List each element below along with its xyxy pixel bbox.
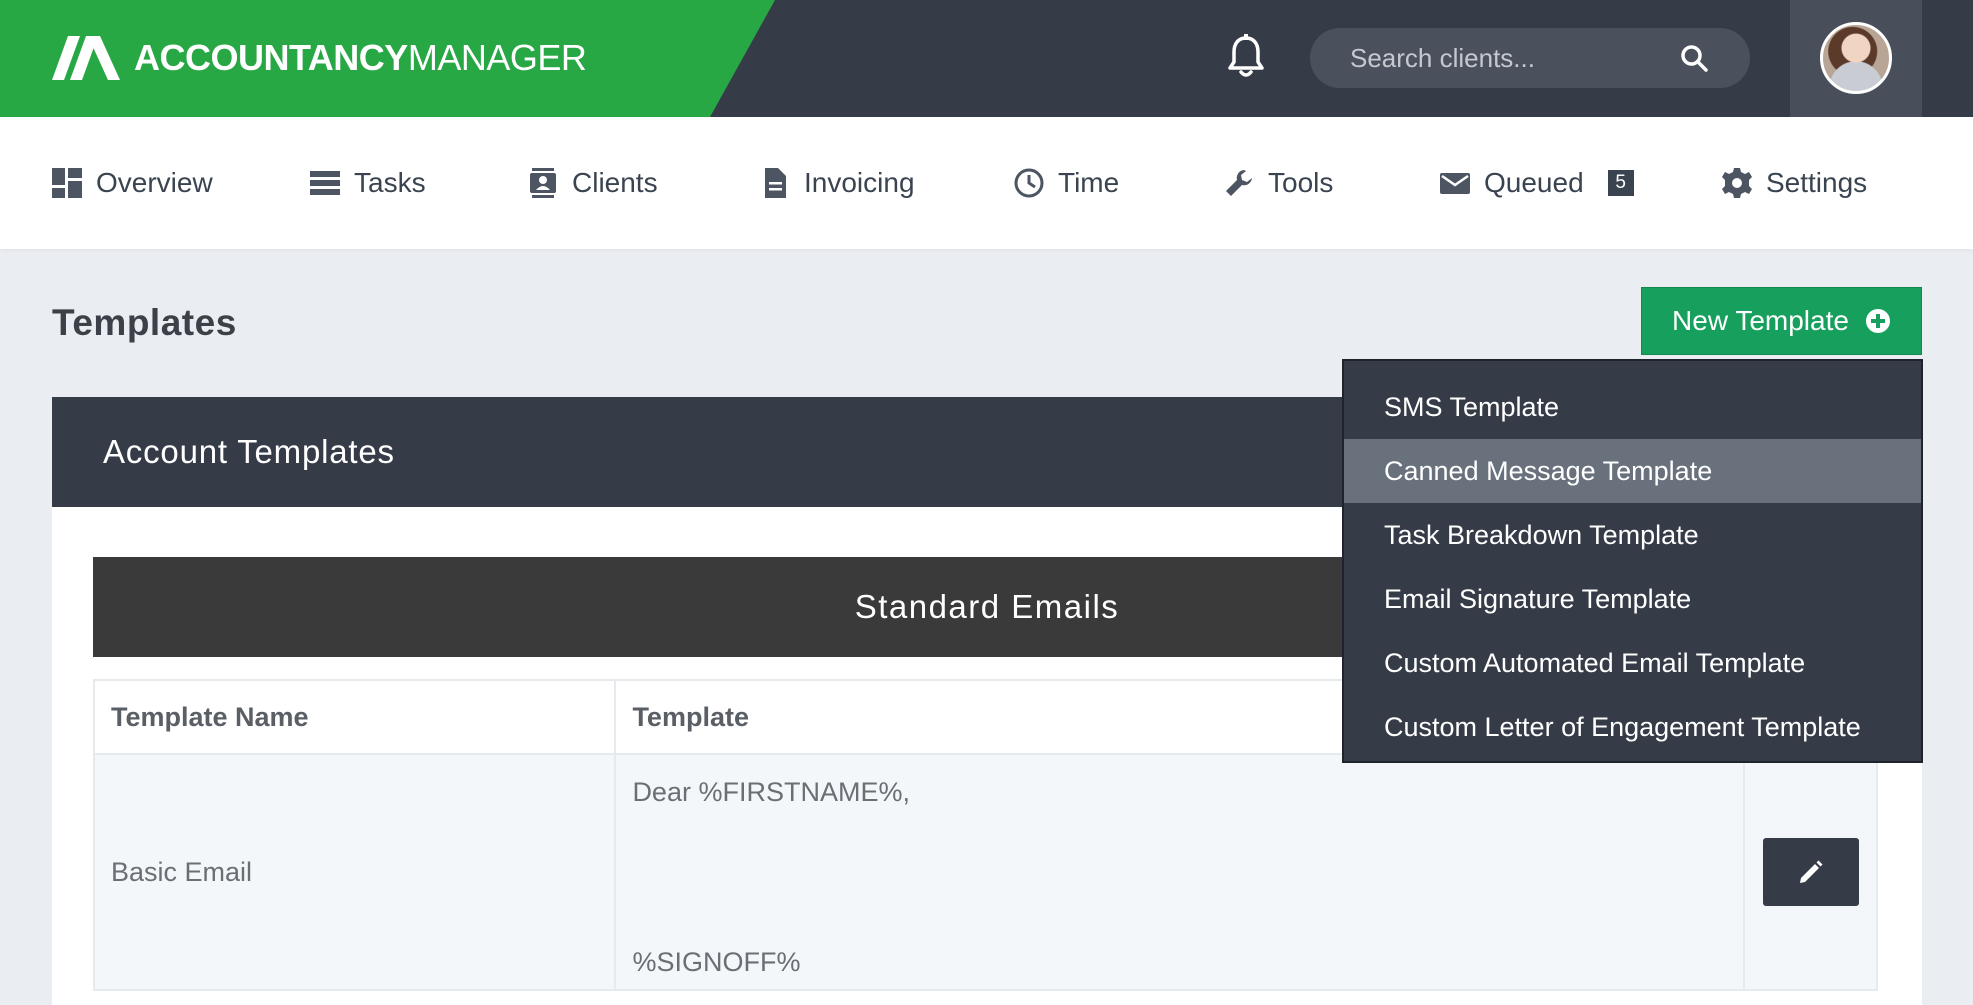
logo-mark-icon [52,36,120,80]
menu-item-canned-message-template[interactable]: Canned Message Template [1344,439,1921,503]
new-template-button[interactable]: New Template [1641,287,1922,355]
brand-area: ACCOUNTANCYMANAGER [0,0,775,117]
nav-tasks[interactable]: Tasks [310,117,426,249]
top-header: ACCOUNTANCYMANAGER Search clients... [0,0,1973,117]
template-name-cell: Basic Email [92,753,617,991]
nav-time[interactable]: Time [1014,117,1119,249]
new-template-dropdown: SMS Template Canned Message Template Tas… [1342,359,1923,763]
tasks-icon [310,171,340,195]
gear-icon [1722,168,1752,198]
wrench-icon [1226,170,1252,196]
search-placeholder: Search clients... [1350,43,1535,73]
template-greeting: Dear %FIRSTNAME%, [632,777,910,807]
actions-cell [1743,753,1878,991]
clock-icon [1014,168,1044,198]
avatar[interactable] [1820,22,1892,94]
main-nav: Overview Tasks Clients Invoicing Time To… [0,117,1973,249]
document-icon [765,168,786,198]
nav-invoicing[interactable]: Invoicing [760,117,915,249]
search-icon[interactable] [1680,44,1708,72]
menu-item-task-breakdown-template[interactable]: Task Breakdown Template [1344,503,1921,567]
pencil-icon [1800,860,1823,883]
user-menu[interactable] [1790,0,1922,117]
notification-bell-icon[interactable] [1226,34,1266,78]
plus-circle-icon [1865,309,1890,333]
envelope-icon [1440,173,1470,194]
nav-clients[interactable]: Clients [528,117,658,249]
column-header-template-name: Template Name [92,679,617,755]
nav-settings[interactable]: Settings [1722,117,1867,249]
menu-item-custom-letter-of-engagement-template[interactable]: Custom Letter of Engagement Template [1344,695,1921,759]
menu-item-sms-template[interactable]: SMS Template [1344,375,1921,439]
contacts-icon [530,168,556,198]
edit-template-button[interactable] [1763,838,1859,906]
page-title: Templates [52,302,237,343]
brand-logo[interactable]: ACCOUNTANCYMANAGER [134,36,587,80]
table-row: Basic Email Dear %FIRSTNAME%, %SIGNOFF% [92,753,1878,991]
panel-title: Account Templates [103,433,395,470]
template-body-cell: Dear %FIRSTNAME%, %SIGNOFF% [614,753,1745,991]
nav-overview[interactable]: Overview [52,117,213,249]
menu-item-custom-automated-email-template[interactable]: Custom Automated Email Template [1344,631,1921,695]
dashboard-icon [52,168,82,198]
nav-queued[interactable]: Queued 5 [1440,117,1634,249]
search-input[interactable]: Search clients... [1310,28,1750,88]
nav-tools[interactable]: Tools [1224,117,1333,249]
template-signoff: %SIGNOFF% [632,947,801,977]
queued-count-badge: 5 [1607,170,1634,196]
menu-item-email-signature-template[interactable]: Email Signature Template [1344,567,1921,631]
